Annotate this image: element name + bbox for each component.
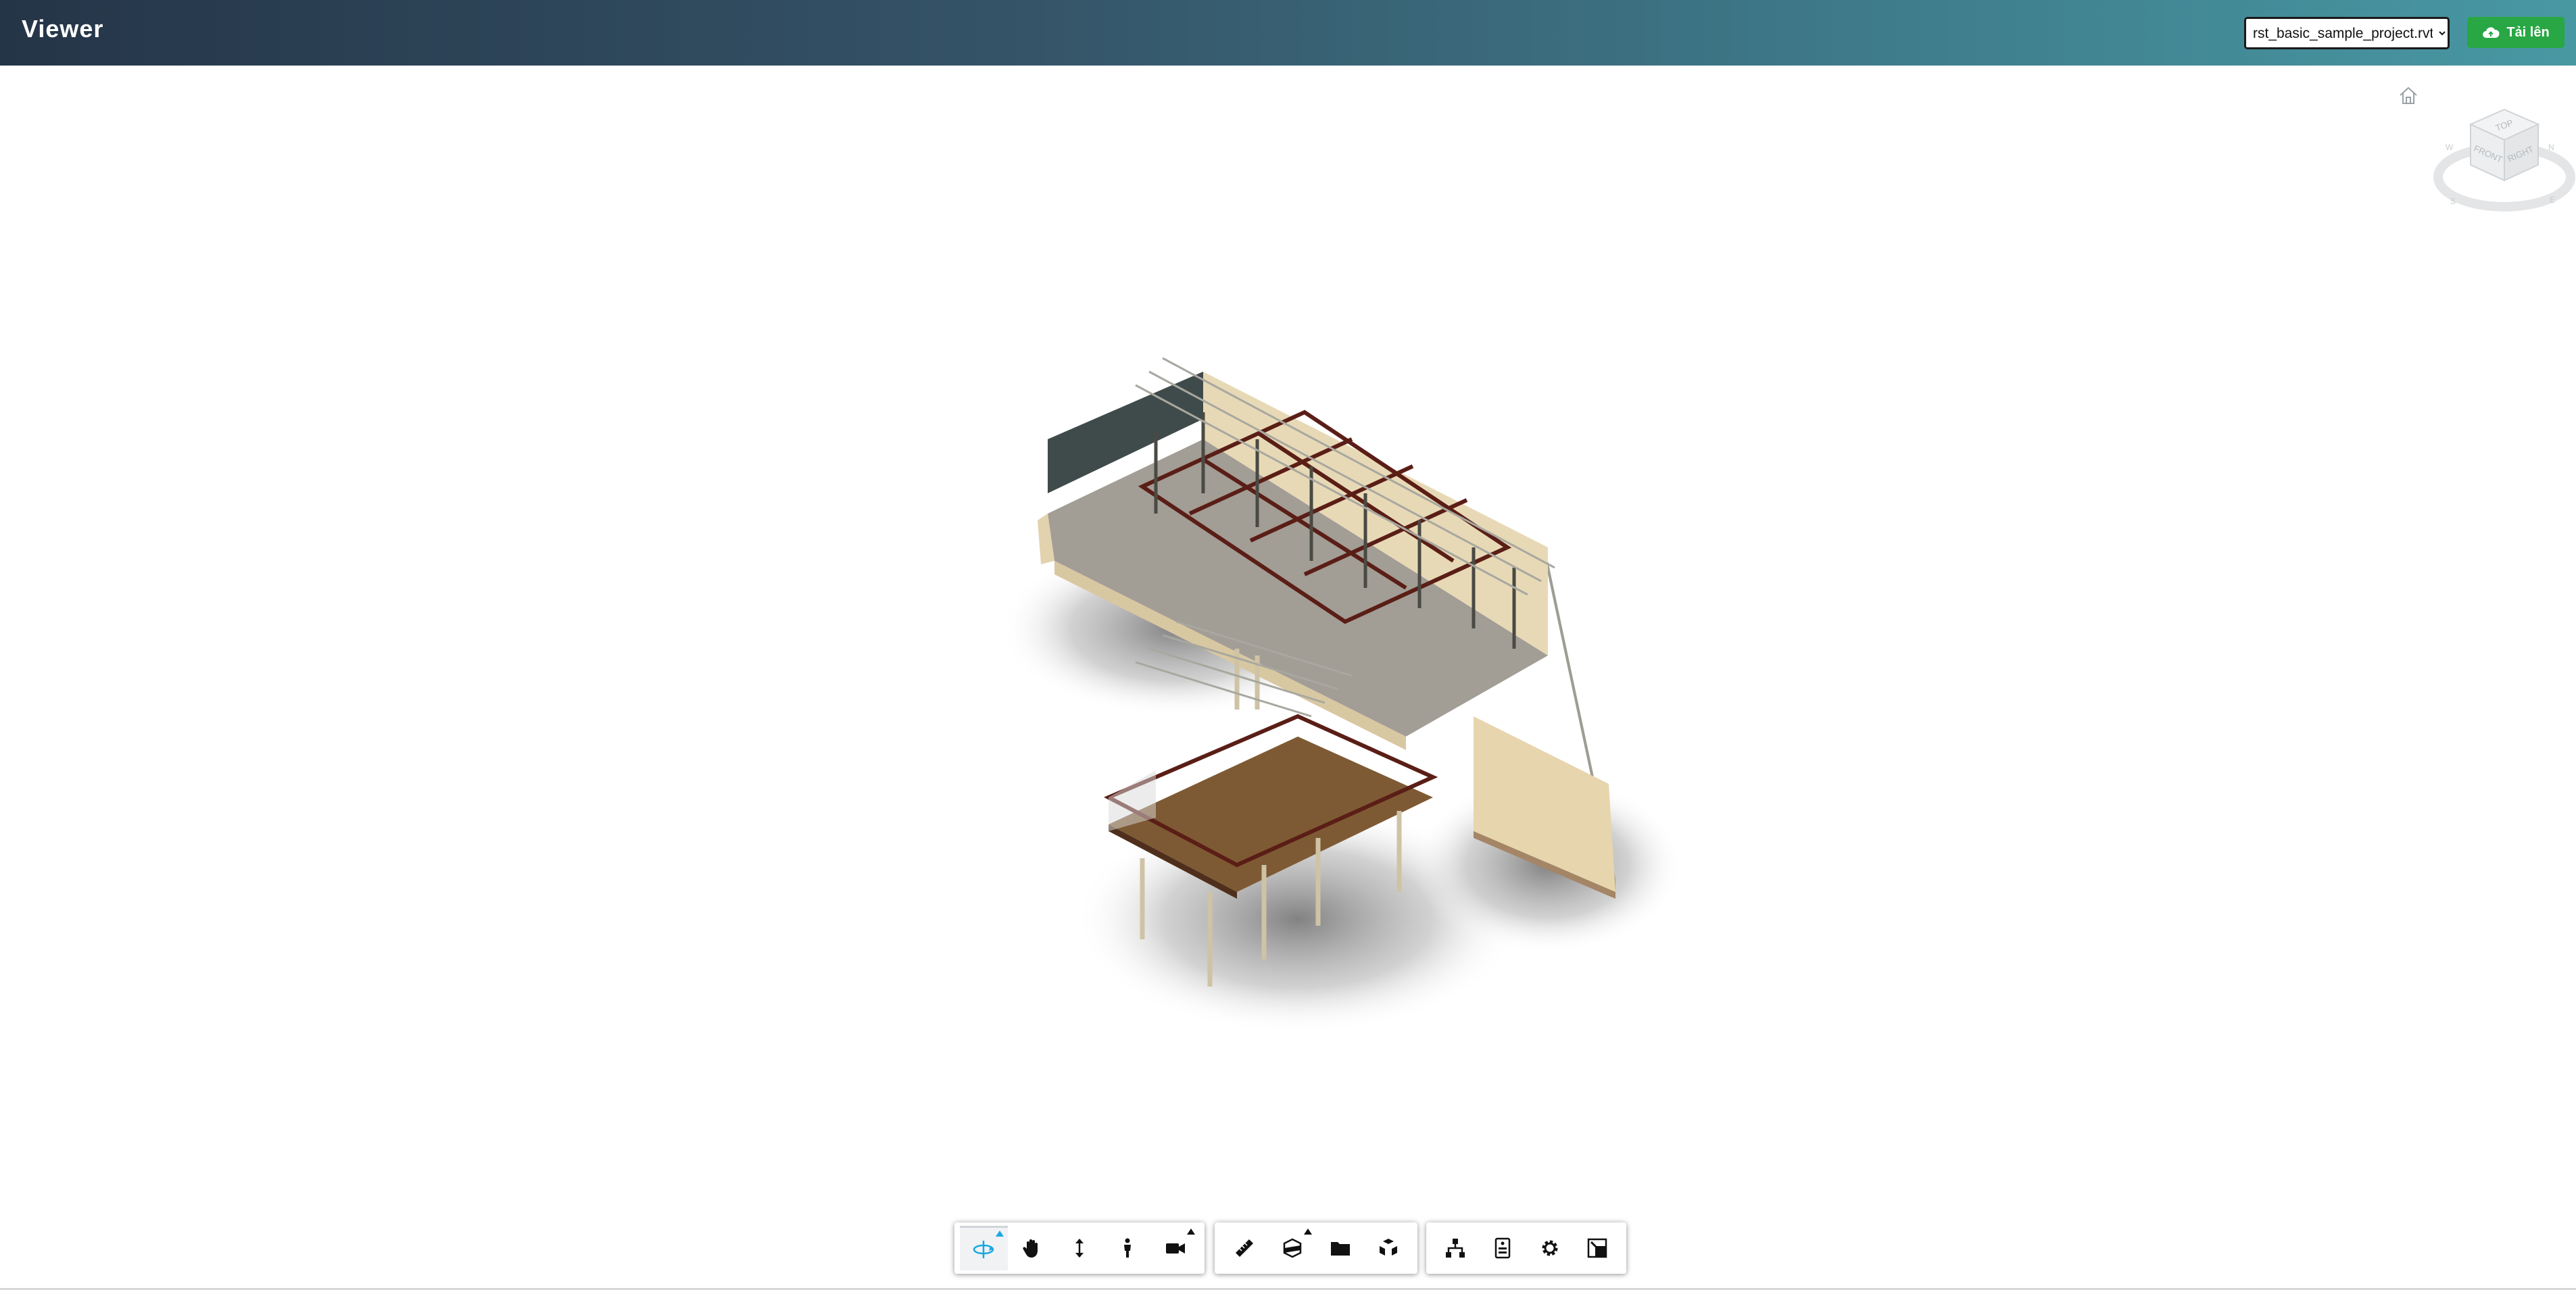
upload-button-label: Tải lên bbox=[2506, 24, 2550, 40]
zoom-tool[interactable] bbox=[1056, 1226, 1104, 1270]
measure-tool[interactable] bbox=[1220, 1226, 1268, 1270]
view-cube[interactable]: TOP FRONT RIGHT N E S W bbox=[2433, 103, 2575, 221]
measure-icon bbox=[1235, 1239, 1253, 1257]
properties-tool[interactable] bbox=[1479, 1226, 1526, 1270]
model-select[interactable]: rst_basic_sample_project.rvt bbox=[2244, 17, 2450, 49]
first-person-tool[interactable] bbox=[1103, 1226, 1151, 1270]
upload-button[interactable]: Tải lên bbox=[2467, 17, 2565, 48]
tools-toolbar bbox=[1215, 1222, 1417, 1274]
section-expand-icon[interactable] bbox=[1304, 1229, 1312, 1235]
section-tool[interactable] bbox=[1268, 1226, 1316, 1270]
orbit-icon bbox=[973, 1240, 994, 1258]
properties-icon bbox=[1494, 1237, 1511, 1259]
settings-tool[interactable] bbox=[1526, 1226, 1574, 1270]
cloud-upload-icon bbox=[2483, 27, 2500, 38]
orbit-tool[interactable] bbox=[960, 1226, 1008, 1270]
navigation-toolbar bbox=[954, 1222, 1205, 1274]
orbit-expand-icon[interactable] bbox=[995, 1231, 1004, 1237]
app-title: Viewer bbox=[22, 15, 104, 43]
app-header: Viewer rst_basic_sample_project.rvt Tải … bbox=[0, 0, 2576, 66]
section-icon bbox=[1283, 1238, 1301, 1258]
explode-icon bbox=[1379, 1239, 1397, 1256]
pan-tool[interactable] bbox=[1008, 1226, 1056, 1270]
structure-icon bbox=[1446, 1239, 1465, 1258]
model-browser-tool[interactable] bbox=[1316, 1226, 1364, 1270]
first-person-icon bbox=[1123, 1238, 1131, 1258]
settings-icon bbox=[1542, 1240, 1558, 1256]
camera-tool[interactable] bbox=[1151, 1226, 1199, 1270]
camera-icon bbox=[1165, 1243, 1185, 1254]
model-browser-icon bbox=[1330, 1242, 1350, 1256]
fullscreen-tool[interactable] bbox=[1574, 1226, 1621, 1270]
pan-icon bbox=[1023, 1239, 1038, 1258]
explode-tool[interactable] bbox=[1364, 1226, 1412, 1270]
home-icon[interactable] bbox=[2397, 84, 2420, 107]
camera-expand-icon[interactable] bbox=[1186, 1229, 1195, 1235]
zoom-icon bbox=[1075, 1239, 1084, 1258]
compass-north[interactable]: N bbox=[2548, 143, 2554, 152]
fullscreen-icon bbox=[1587, 1238, 1607, 1258]
compass-west[interactable]: W bbox=[2446, 143, 2454, 152]
settings-toolbar bbox=[1426, 1222, 1626, 1274]
compass-east[interactable]: E bbox=[2550, 195, 2555, 205]
compass-south[interactable]: S bbox=[2450, 197, 2456, 206]
building-model[interactable] bbox=[919, 331, 1730, 1074]
structure-tool[interactable] bbox=[1432, 1226, 1479, 1270]
